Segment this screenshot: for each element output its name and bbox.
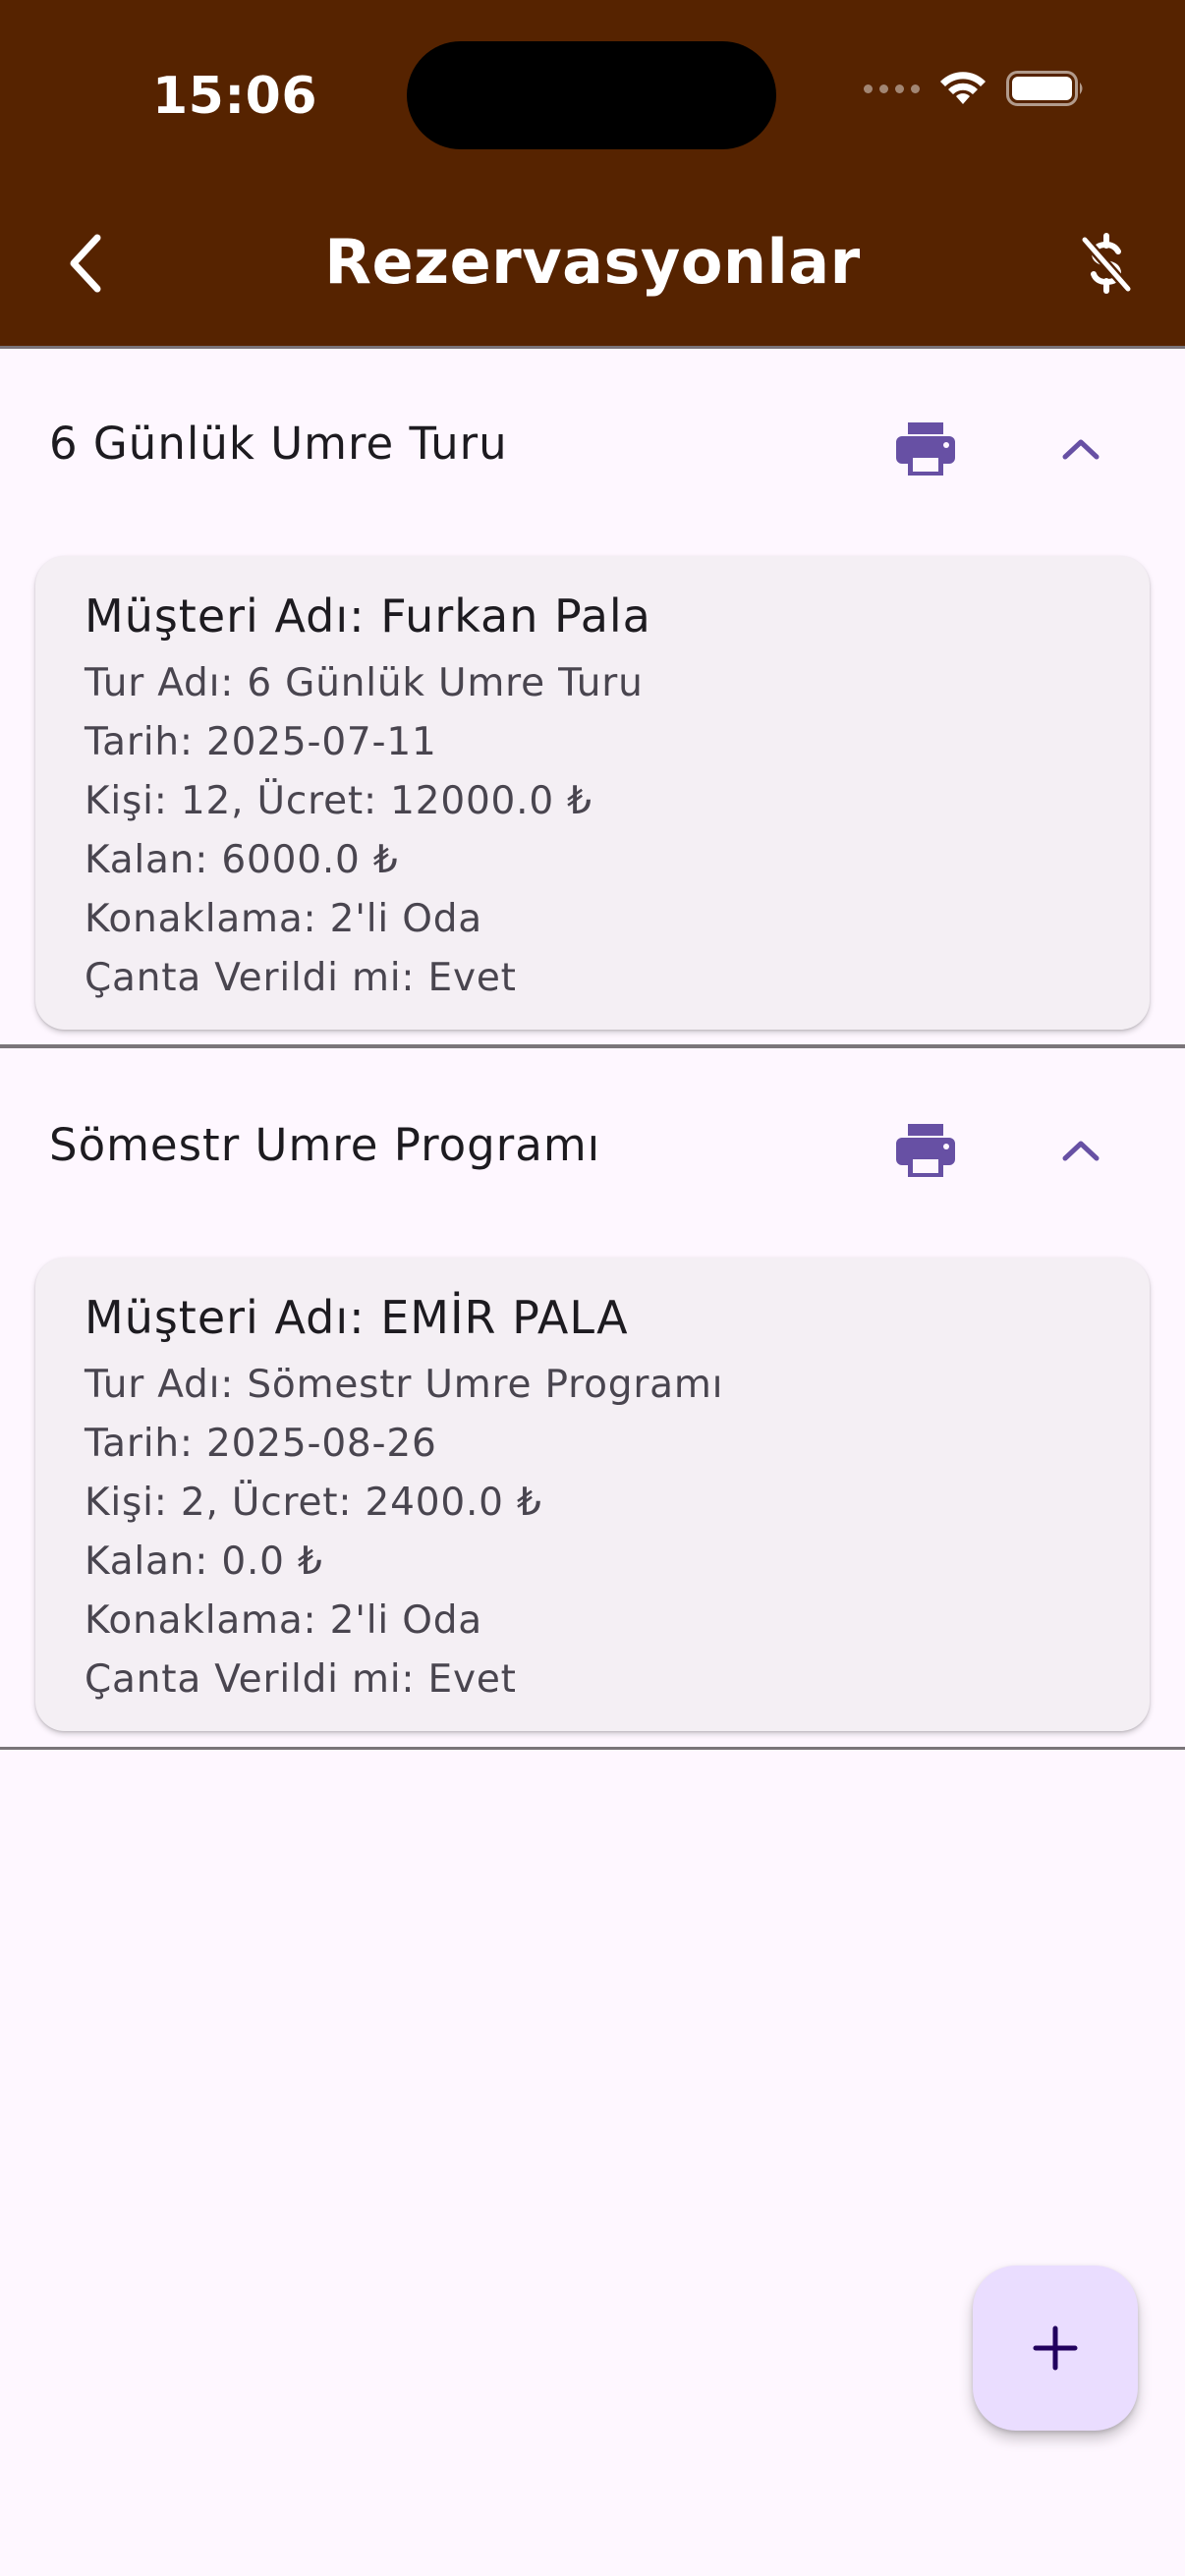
dynamic-island [407,41,776,149]
status-time: 15:06 [152,67,318,126]
app-bar: 15:06 Rezervasyonlar [0,0,1185,349]
plus-icon [1033,2325,1078,2371]
print-icon [896,422,955,476]
accommodation: Konaklama: 2'li Oda [85,897,483,941]
print-icon [896,1124,955,1177]
print-button[interactable] [884,1109,967,1192]
people-and-price: Kişi: 2, Ücret: 2400.0 ₺ [85,1481,542,1525]
remaining-amount: Kalan: 0.0 ₺ [85,1540,323,1584]
page-title: Rezervasyonlar [324,226,861,298]
chevron-up-icon [1062,1141,1100,1161]
reservation-group: 6 Günlük Umre Turu [0,349,1185,545]
tour-name: Tur Adı: Sömestr Umre Programı [85,1363,724,1407]
reservation-card[interactable]: Müşteri Adı: Furkan Pala Tur Adı: 6 Günl… [35,556,1150,1030]
collapse-button[interactable] [1040,1109,1122,1192]
chevron-up-icon [1062,439,1100,460]
group-title: Sömestr Umre Programı [49,1119,601,1171]
collapse-button[interactable] [1040,408,1122,490]
tour-name: Tur Adı: 6 Günlük Umre Turu [85,661,644,705]
reservation-card[interactable]: Müşteri Adı: EMİR PALA Tur Adı: Sömestr … [35,1258,1150,1731]
status-icons [864,69,1087,108]
wifi-icon [940,72,986,104]
section-divider [0,1747,1185,1750]
bag-given: Çanta Verildi mi: Evet [85,1657,517,1702]
bag-given: Çanta Verildi mi: Evet [85,956,517,1000]
remaining-amount: Kalan: 6000.0 ₺ [85,838,399,882]
add-reservation-button[interactable] [973,2266,1138,2431]
group-title: 6 Günlük Umre Turu [49,418,508,470]
section-divider [0,1044,1185,1048]
customer-name: Müşteri Adı: Furkan Pala [85,589,651,643]
customer-name: Müşteri Adı: EMİR PALA [85,1291,629,1344]
battery-icon [1006,71,1083,106]
print-button[interactable] [884,408,967,490]
reservation-date: Tarih: 2025-08-26 [85,1422,437,1466]
people-and-price: Kişi: 12, Ücret: 12000.0 ₺ [85,779,592,823]
reservation-date: Tarih: 2025-07-11 [85,720,437,764]
money-off-button[interactable] [1067,224,1146,303]
group-header[interactable]: Sömestr Umre Programı [0,1050,1185,1247]
money-off-icon [1081,233,1132,294]
group-header[interactable]: 6 Günlük Umre Turu [0,349,1185,545]
accommodation: Konaklama: 2'li Oda [85,1598,483,1643]
cellular-signal-icon [864,84,920,93]
reservation-group: Sömestr Umre Programı [0,1050,1185,1247]
